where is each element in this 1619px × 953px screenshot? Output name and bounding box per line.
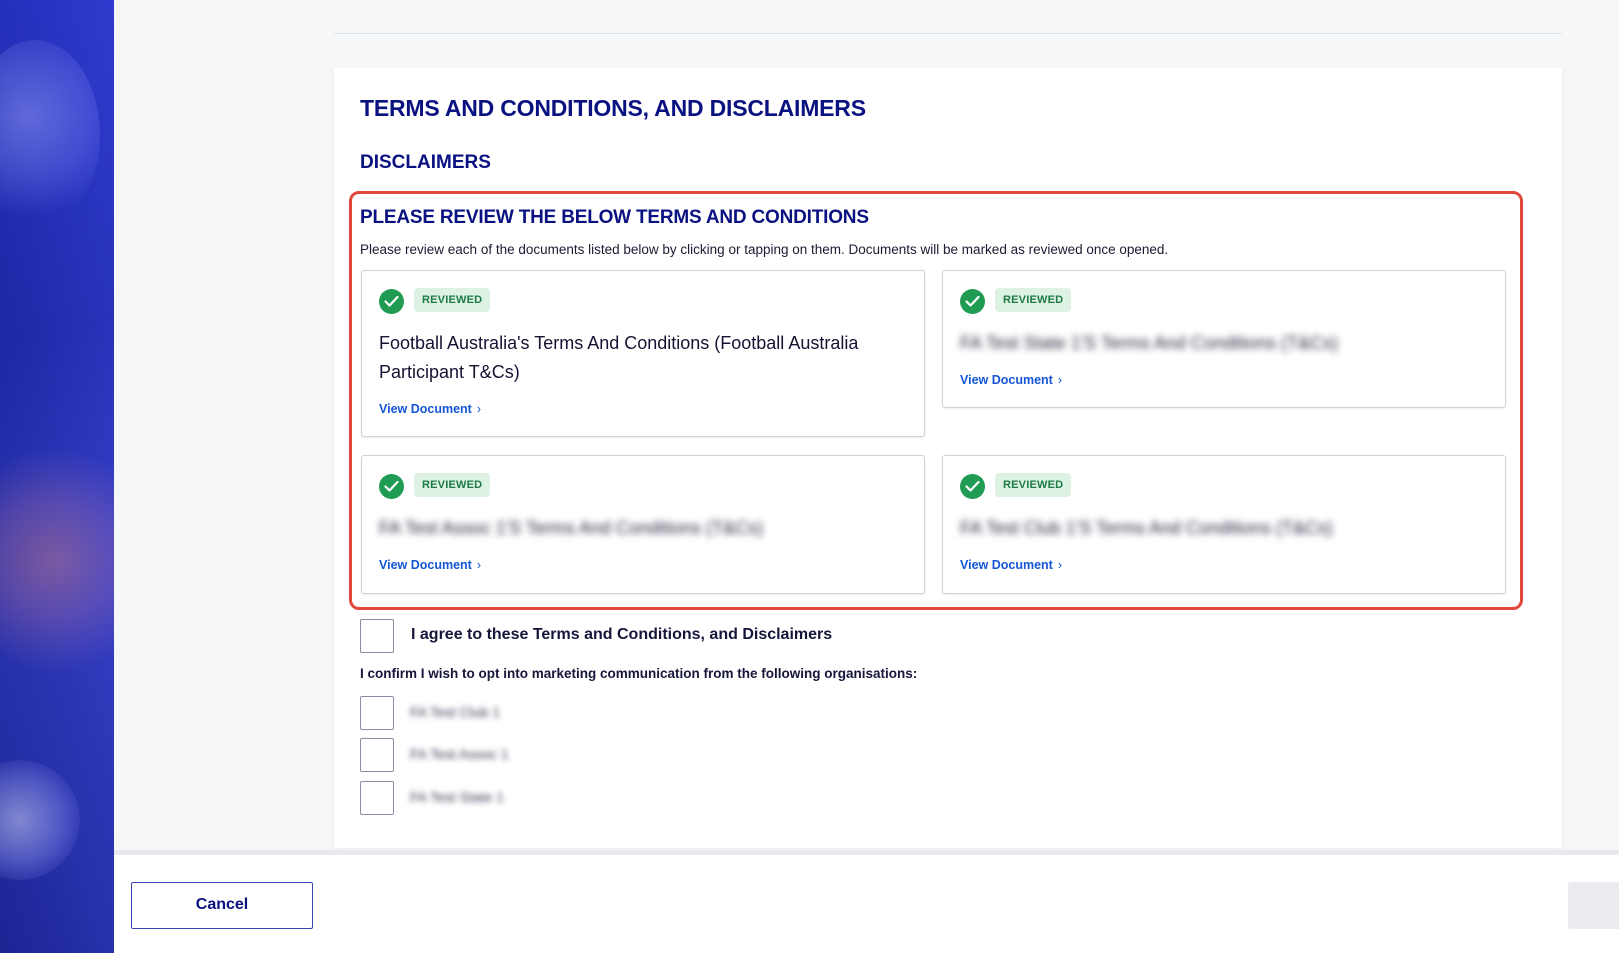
document-title: Football Australia's Terms And Condition… — [379, 333, 859, 382]
side-hero-image — [0, 0, 114, 953]
chevron-right-icon: › — [1057, 558, 1063, 572]
review-heading: PLEASE REVIEW THE BELOW TERMS AND CONDIT… — [360, 207, 869, 228]
section-subtitle: DISCLAIMERS — [360, 152, 491, 173]
marketing-option-label: FA Test Club 1 — [410, 704, 501, 720]
chevron-right-icon: › — [476, 402, 482, 416]
marketing-option-label: FA Test State 1 — [410, 789, 504, 805]
chevron-right-icon: › — [1057, 373, 1063, 387]
view-document-link[interactable]: View Document › — [379, 558, 481, 572]
marketing-optin-label: I confirm I wish to opt into marketing c… — [360, 666, 918, 681]
check-circle-icon — [379, 289, 404, 314]
document-card-football-australia[interactable]: REVIEWED Football Australia's Terms And … — [361, 270, 925, 437]
check-circle-icon — [960, 474, 985, 499]
next-button[interactable] — [1568, 882, 1619, 929]
document-card-assoc[interactable]: REVIEWED FA Test Assoc 1'S Terms And Con… — [361, 455, 925, 594]
marketing-option-label: FA Test Assoc 1 — [410, 746, 509, 762]
marketing-checkbox-assoc[interactable] — [360, 738, 394, 772]
document-title: FA Test Club 1'S Terms And Conditions (T… — [960, 518, 1333, 538]
reviewed-badge: REVIEWED — [995, 288, 1072, 312]
reviewed-badge: REVIEWED — [414, 473, 491, 497]
document-card-club[interactable]: REVIEWED FA Test Club 1'S Terms And Cond… — [942, 455, 1506, 594]
view-document-link[interactable]: View Document › — [960, 373, 1062, 387]
marketing-checkbox-state[interactable] — [360, 781, 394, 815]
divider — [334, 33, 1562, 34]
cancel-button[interactable]: Cancel — [131, 882, 313, 929]
view-document-link[interactable]: View Document › — [960, 558, 1062, 572]
document-card-state[interactable]: REVIEWED FA Test State 1'S Terms And Con… — [942, 270, 1506, 408]
document-title: FA Test Assoc 1'S Terms And Conditions (… — [379, 518, 763, 538]
page-title: TERMS AND CONDITIONS, AND DISCLAIMERS — [360, 95, 866, 121]
footer-bar — [114, 850, 1619, 953]
check-circle-icon — [960, 289, 985, 314]
agree-terms-label: I agree to these Terms and Conditions, a… — [411, 626, 833, 643]
view-document-link[interactable]: View Document › — [379, 402, 481, 416]
review-description: Please review each of the documents list… — [360, 242, 1169, 257]
agree-terms-checkbox[interactable] — [360, 619, 394, 653]
marketing-checkbox-club[interactable] — [360, 696, 394, 730]
reviewed-badge: REVIEWED — [414, 288, 491, 312]
check-circle-icon — [379, 474, 404, 499]
reviewed-badge: REVIEWED — [995, 473, 1072, 497]
document-title: FA Test State 1'S Terms And Conditions (… — [960, 333, 1338, 353]
chevron-right-icon: › — [476, 558, 482, 572]
